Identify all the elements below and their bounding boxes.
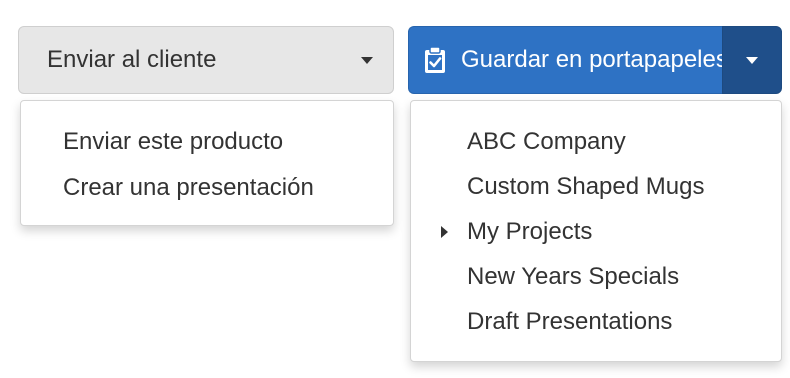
menu-item-label: My Projects	[467, 218, 593, 245]
chevron-down-icon	[361, 56, 373, 64]
menu-item-draft-presentations[interactable]: Draft Presentations	[411, 299, 781, 344]
menu-item-my-projects[interactable]: My Projects	[411, 209, 781, 254]
clipboard-check-icon	[425, 46, 445, 73]
send-to-client-menu: Enviar este producto Crear una presentac…	[20, 100, 394, 226]
menu-item-custom-shaped-mugs[interactable]: Custom Shaped Mugs	[411, 164, 781, 209]
dropdown-demo: Enviar al cliente Enviar este producto C…	[0, 0, 790, 378]
menu-item-create-presentation[interactable]: Crear una presentación	[21, 165, 393, 211]
save-to-clipboard-menu: ABC Company Custom Shaped Mugs My Projec…	[410, 100, 782, 362]
save-to-clipboard-label: Guardar en portapapeles	[461, 46, 722, 73]
chevron-down-icon	[746, 56, 758, 64]
menu-item-send-product[interactable]: Enviar este producto	[21, 119, 393, 165]
send-to-client-button[interactable]: Enviar al cliente	[18, 26, 394, 94]
menu-item-new-years-specials[interactable]: New Years Specials	[411, 254, 781, 299]
menu-item-label: Draft Presentations	[467, 308, 673, 335]
menu-item-label: ABC Company	[467, 128, 626, 155]
send-to-client-label: Enviar al cliente	[47, 46, 217, 73]
menu-item-abc-company[interactable]: ABC Company	[411, 119, 781, 164]
save-to-clipboard-toggle[interactable]	[722, 26, 782, 94]
menu-item-label: New Years Specials	[467, 263, 680, 290]
chevron-right-icon	[441, 226, 448, 238]
menu-item-label: Custom Shaped Mugs	[467, 173, 705, 200]
save-to-clipboard-button[interactable]: Guardar en portapapeles	[408, 26, 722, 94]
save-to-clipboard-split-button: Guardar en portapapeles	[408, 26, 782, 94]
